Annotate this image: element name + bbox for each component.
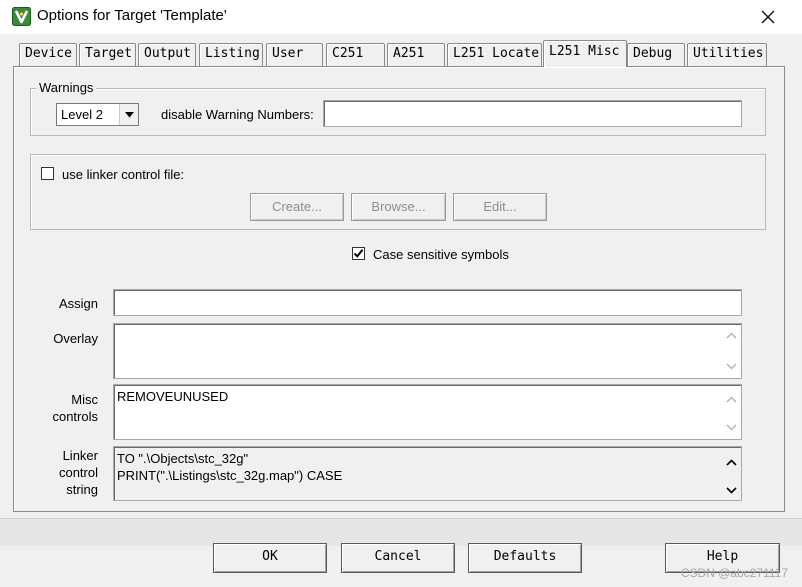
warnings-group-label: Warnings (36, 80, 97, 95)
tab-label: C251 (332, 46, 364, 61)
create-button[interactable]: Create... (250, 193, 344, 221)
tab-target[interactable]: Target (79, 43, 136, 66)
tab-utilities[interactable]: Utilities (687, 43, 767, 66)
tab-device[interactable]: Device (19, 43, 77, 66)
use-linker-control-file-checkbox[interactable] (41, 167, 54, 180)
tab-label: Target (85, 46, 132, 61)
tab-label: A251 (393, 46, 425, 61)
tab-c251[interactable]: C251 (326, 43, 385, 66)
case-sensitive-label: Case sensitive symbols (373, 247, 509, 262)
tab-a251[interactable]: A251 (387, 43, 445, 66)
warning-level-select[interactable]: Level 2 (56, 103, 139, 126)
tab-label: User (272, 46, 304, 61)
warning-level-value: Level 2 (61, 107, 103, 122)
misc-controls-label-line: controls (52, 409, 98, 424)
tab-label: Utilities (693, 46, 764, 61)
chevron-down-icon[interactable] (119, 104, 138, 125)
browse-button[interactable]: Browse... (351, 193, 446, 221)
linker-control-string-label-line: control (58, 465, 98, 480)
ok-button[interactable]: OK (213, 543, 327, 573)
scroll-up-icon[interactable] (723, 454, 740, 471)
linker-control-string-textarea[interactable]: TO ".\Objects\stc_32g" PRINT(".\Listings… (113, 446, 742, 501)
scroll-down-icon[interactable] (723, 358, 740, 375)
tab-output[interactable]: Output (138, 43, 196, 66)
misc-controls-label-line: Misc (71, 392, 98, 407)
linker-control-string-scrollbar[interactable] (723, 448, 740, 499)
disable-warning-numbers-label: disable Warning Numbers: (161, 107, 314, 122)
misc-controls-label: Misc controls (30, 391, 98, 425)
assign-label: Assign (58, 296, 98, 311)
linker-control-string-line: TO ".\Objects\stc_32g" (117, 451, 249, 466)
disable-warning-numbers-input[interactable] (323, 100, 742, 127)
misc-controls-textarea[interactable]: REMOVEUNUSED (113, 384, 742, 440)
assign-input[interactable] (113, 289, 742, 316)
edit-button[interactable]: Edit... (453, 193, 547, 221)
tab-label: L251 Misc (549, 44, 620, 59)
app-icon (12, 7, 31, 26)
tab-label: Listing (205, 46, 260, 61)
tab-label: Output (144, 46, 191, 61)
tab-label: Debug (633, 46, 673, 61)
tab-label: L251 Locate (453, 46, 540, 61)
tab-listing[interactable]: Listing (199, 43, 263, 66)
tab-user[interactable]: User (266, 43, 323, 66)
tab-l251-locate[interactable]: L251 Locate (447, 43, 542, 66)
overlay-scrollbar[interactable] (723, 325, 740, 377)
linker-control-string-line: PRINT(".\Listings\stc_32g.map") CASE (117, 468, 343, 483)
linker-control-string-label-line: Linker (62, 448, 98, 463)
window-title: Options for Target 'Template' (37, 7, 227, 24)
defaults-button[interactable]: Defaults (468, 543, 582, 573)
scroll-up-icon[interactable] (723, 327, 740, 344)
case-sensitive-checkbox[interactable] (352, 247, 365, 260)
scroll-down-icon[interactable] (723, 419, 740, 436)
check-icon (353, 249, 364, 258)
cancel-button[interactable]: Cancel (341, 543, 455, 573)
tab-debug[interactable]: Debug (627, 43, 685, 66)
overlay-textarea[interactable] (113, 323, 742, 379)
scroll-down-icon[interactable] (723, 482, 740, 499)
tab-l251-misc[interactable]: L251 Misc (543, 40, 627, 67)
background-window-strip (0, 518, 802, 546)
use-linker-control-file-label: use linker control file: (62, 167, 185, 182)
overlay-label: Overlay (53, 331, 98, 346)
scroll-up-icon[interactable] (723, 391, 740, 408)
linker-control-string-label: Linker control string (30, 447, 98, 498)
watermark: CSDN @abc271117 (680, 566, 788, 580)
misc-controls-value: REMOVEUNUSED (117, 389, 229, 404)
linker-control-string-label-line: string (66, 482, 98, 497)
tab-label: Device (25, 46, 72, 61)
misc-controls-scrollbar[interactable] (723, 386, 740, 438)
close-icon[interactable] (756, 5, 780, 29)
